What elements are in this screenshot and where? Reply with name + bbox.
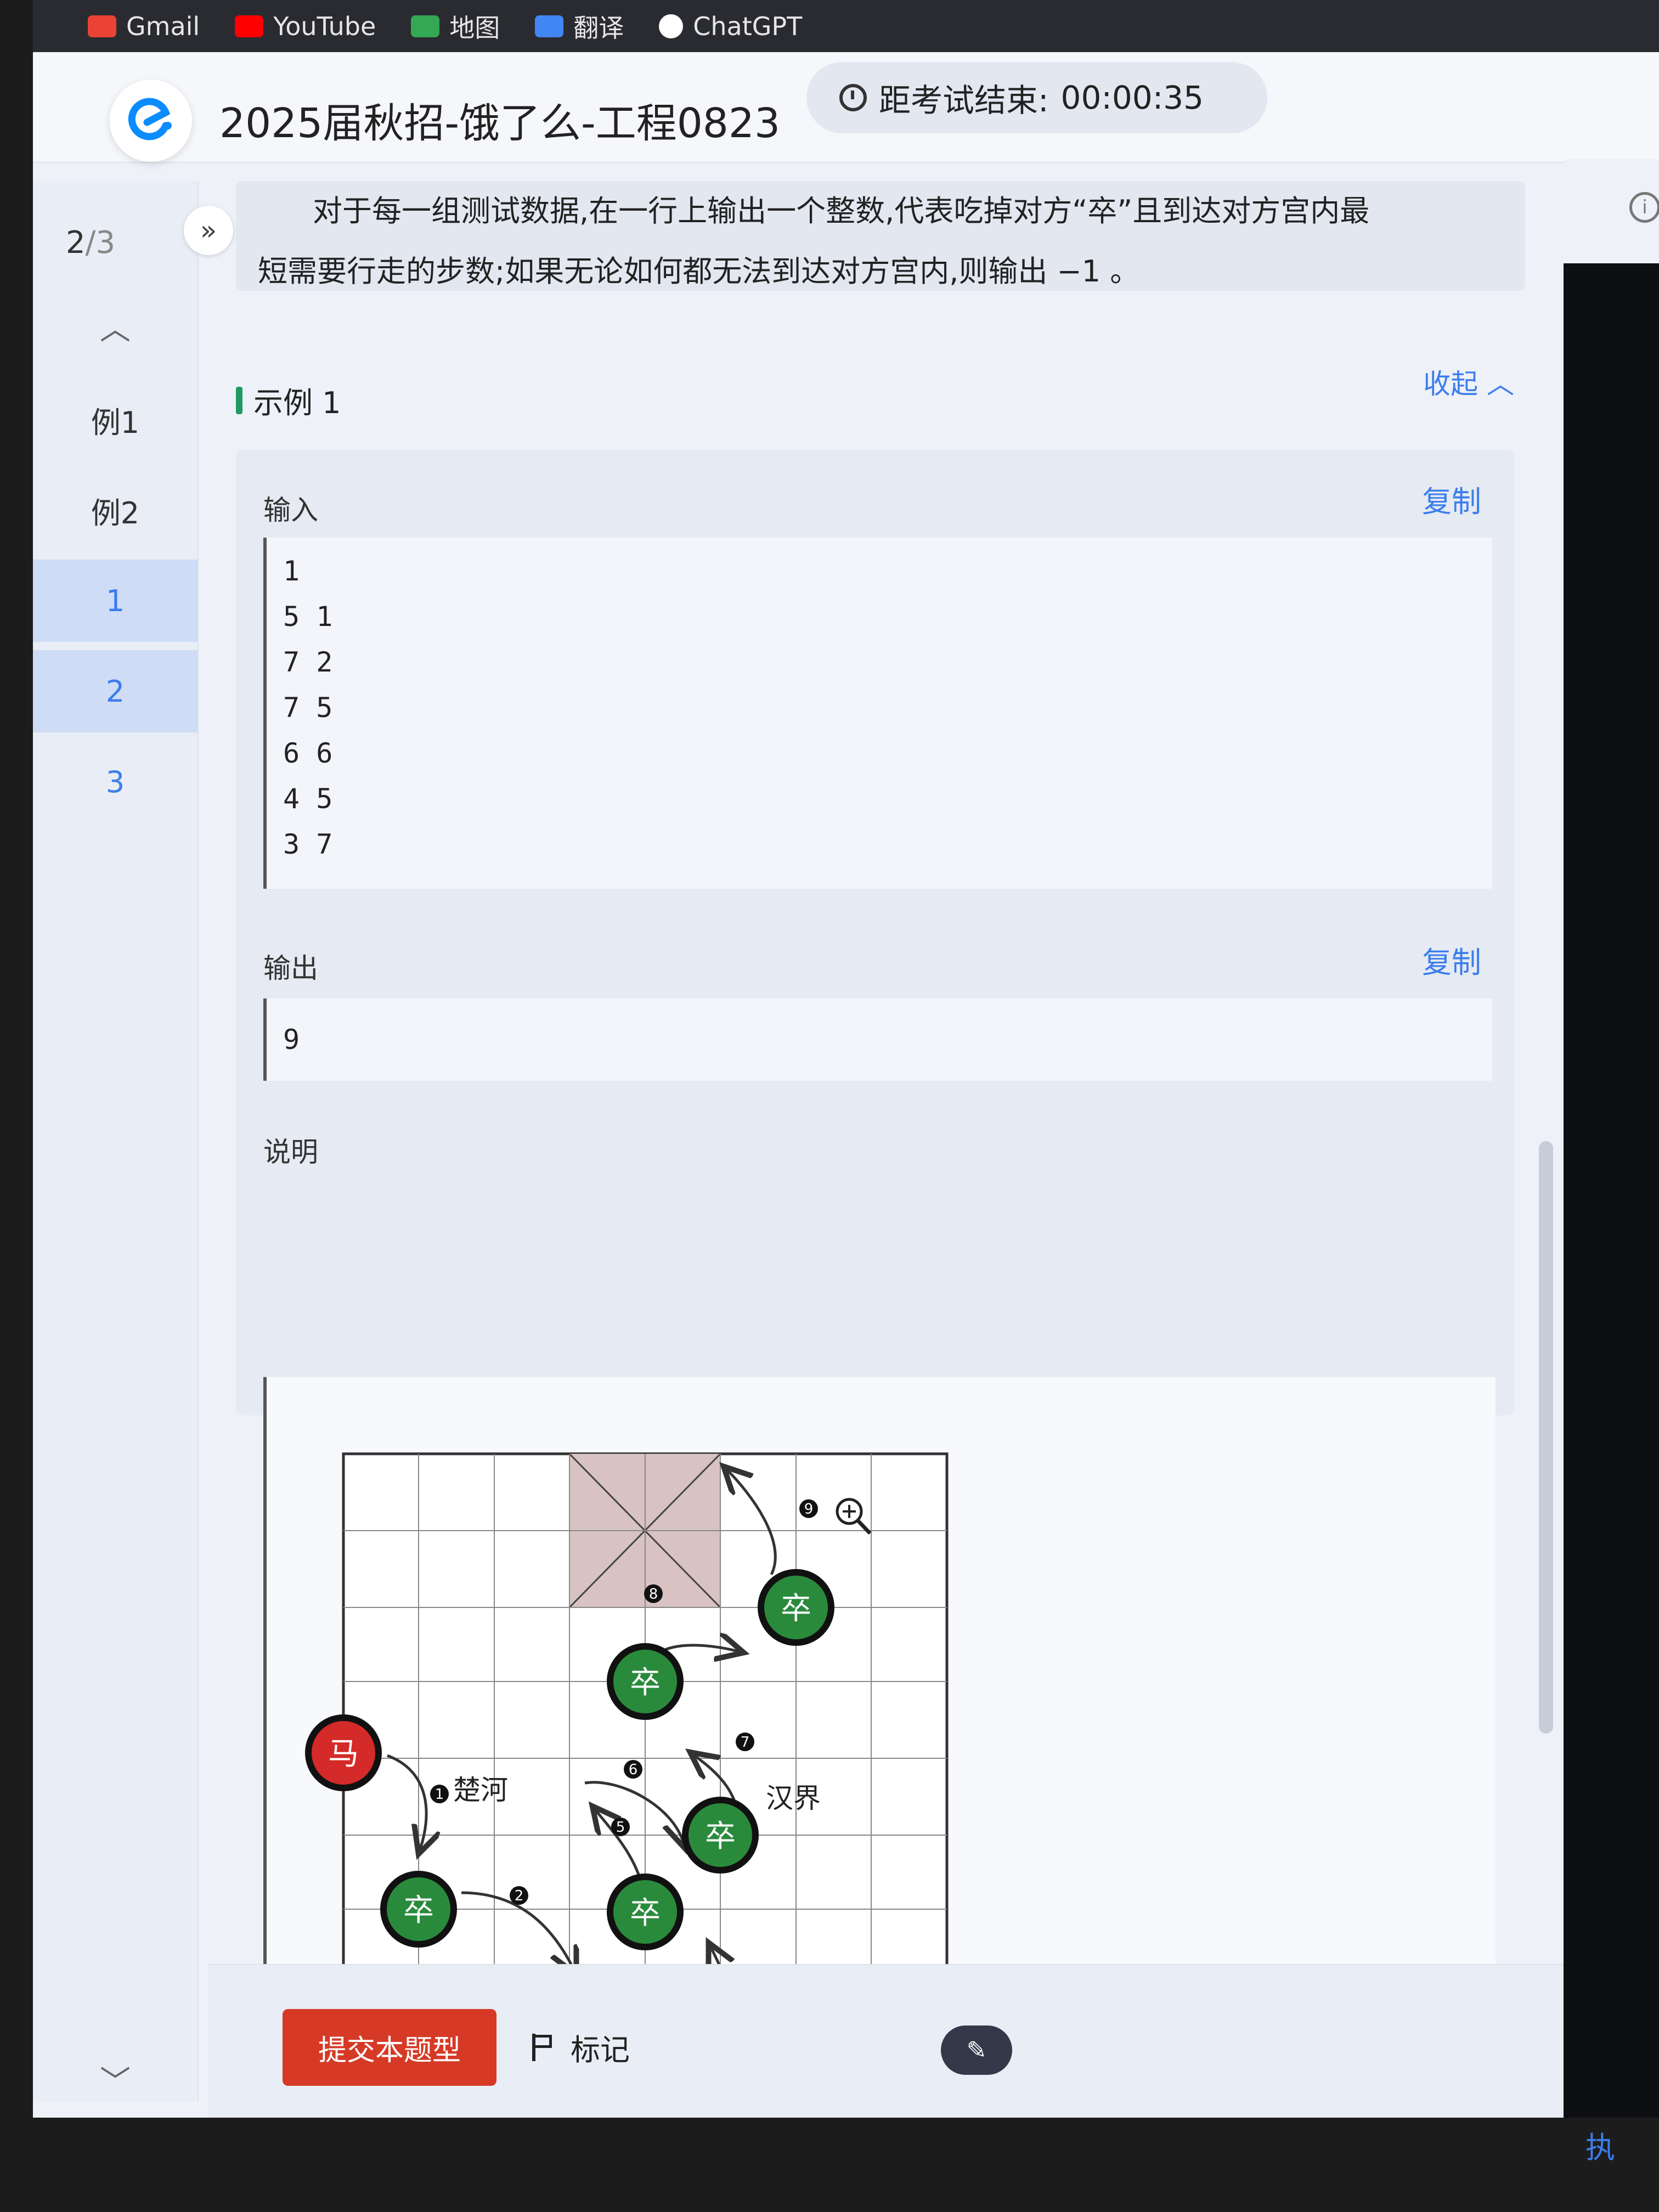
timer-value: 00:00:35: [1060, 79, 1204, 116]
input-line: 7 2: [283, 646, 333, 678]
horse-piece: 马: [305, 1714, 382, 1791]
chevron-up-icon: ︿: [1487, 368, 1514, 400]
magic-wand-icon: ✎: [966, 2036, 987, 2064]
input-line: 5 1: [283, 601, 333, 633]
heading-accent-bar: [236, 386, 242, 414]
exam-page: Gmail YouTube 地图 翻译 ChatGPT 2025届秋招-饿了么-…: [33, 0, 1659, 2118]
example-heading: 示例 1: [236, 379, 341, 422]
river-right-label: 汉界: [766, 1782, 821, 1814]
code-editor-panel: i: [1564, 159, 1659, 2118]
clock-icon: [839, 84, 867, 111]
pawn-piece: 卒: [403, 1893, 434, 1928]
magic-wand-button[interactable]: ✎: [941, 2025, 1012, 2075]
input-label: 输入: [263, 494, 318, 526]
submit-button[interactable]: 提交本题型: [283, 2009, 496, 2086]
step-number: 2: [515, 1888, 524, 1904]
chess-board-diagram: 楚河 汉界 1 2 3 4: [305, 1452, 949, 2024]
exam-header: 2025届秋招-饿了么-工程0823 距考试结束: 00:00:35: [33, 52, 1659, 163]
svg-text:马: 马: [328, 1736, 359, 1772]
exam-title: 2025届秋招-饿了么-工程0823: [219, 100, 781, 147]
bookmark-youtube[interactable]: YouTube: [235, 12, 376, 41]
output-label: 输出: [263, 952, 318, 984]
step-number: 5: [616, 1819, 625, 1836]
bookmark-translate[interactable]: 翻译: [535, 8, 624, 44]
nav-up-chevron-icon[interactable]: ︿: [33, 304, 198, 349]
expand-panel-button[interactable]: »: [184, 206, 233, 255]
nav-item-question-1[interactable]: 1: [33, 560, 198, 642]
step-number: 9: [804, 1501, 814, 1517]
step-number: 6: [629, 1762, 638, 1778]
input-line: 4 5: [283, 783, 333, 815]
step-number: 8: [649, 1586, 658, 1602]
nav-item-question-2[interactable]: 2: [33, 650, 198, 732]
bookmark-maps[interactable]: 地图: [411, 8, 500, 44]
input-line: 7 5: [283, 692, 333, 724]
copy-output-button[interactable]: 复制: [1422, 938, 1481, 981]
eleme-logo: [110, 80, 192, 162]
step-number: 1: [435, 1786, 444, 1803]
nav-item-example-2[interactable]: 例2: [33, 469, 198, 551]
step-number: 7: [741, 1734, 750, 1751]
chatgpt-icon: [659, 14, 684, 38]
pawn-piece: 卒: [705, 1819, 736, 1854]
explanation-label: 说明: [263, 1136, 318, 1168]
output-code-block: 9: [263, 998, 1492, 1081]
youtube-icon: [235, 15, 264, 37]
bookmarks-bar: Gmail YouTube 地图 翻译 ChatGPT: [33, 0, 1659, 52]
maps-icon: [411, 15, 440, 37]
footer-toolbar: 提交本题型 标记 ✎: [208, 1964, 1569, 2118]
info-icon[interactable]: i: [1629, 192, 1659, 223]
flag-icon: [532, 2033, 554, 2061]
pawn-piece: 卒: [630, 1895, 661, 1931]
input-line: 3 7: [283, 828, 333, 860]
eleme-logo-icon: [128, 98, 172, 140]
bookmark-chatgpt[interactable]: ChatGPT: [659, 12, 802, 41]
mark-button[interactable]: 标记: [532, 2025, 630, 2069]
river-left-label: 楚河: [453, 1774, 508, 1806]
nav-down-chevron-icon[interactable]: ﹀: [33, 2057, 198, 2102]
execute-button[interactable]: 执: [1585, 2123, 1615, 2166]
nav-item-question-3[interactable]: 3: [33, 741, 198, 823]
bookmark-gmail[interactable]: Gmail: [88, 12, 200, 41]
question-progress: 2/3: [66, 225, 116, 261]
question-navigator: 2/3 ︿ 例1 例2 1 2 3 ﹀: [33, 181, 199, 2101]
countdown-timer: 距考试结束: 00:00:35: [806, 62, 1267, 133]
gmail-icon: [88, 15, 116, 37]
pawn-piece: 卒: [781, 1591, 811, 1627]
timer-label: 距考试结束:: [879, 82, 1049, 119]
input-line: 6 6: [283, 737, 333, 769]
problem-content: 对于每一组测试数据,在一行上输出一个整数,代表吃掉对方“卒”且到达对方宫内最 短…: [236, 181, 1564, 2024]
collapse-button[interactable]: 收起 ︿: [1423, 362, 1514, 402]
content-scrollbar[interactable]: [1539, 1141, 1553, 1734]
problem-description: 对于每一组测试数据,在一行上输出一个整数,代表吃掉对方“卒”且到达对方宫内最 短…: [236, 181, 1525, 291]
copy-input-button[interactable]: 复制: [1422, 477, 1481, 521]
pawn-piece: 卒: [630, 1665, 661, 1701]
input-code-block: 1 5 1 7 2 7 5 6 6 4 5 3 7: [263, 538, 1492, 889]
nav-item-example-1[interactable]: 例1: [33, 379, 198, 461]
explanation-figure: 楚河 汉界 1 2 3 4: [263, 1377, 1496, 2024]
editor-toolbar: i: [1564, 159, 1659, 263]
translate-icon: [535, 15, 564, 37]
input-line: 1: [283, 555, 300, 587]
example-card: 输入 复制 1 5 1 7 2 7 5 6 6 4 5 3 7 输出 复制 9 …: [236, 450, 1514, 1415]
